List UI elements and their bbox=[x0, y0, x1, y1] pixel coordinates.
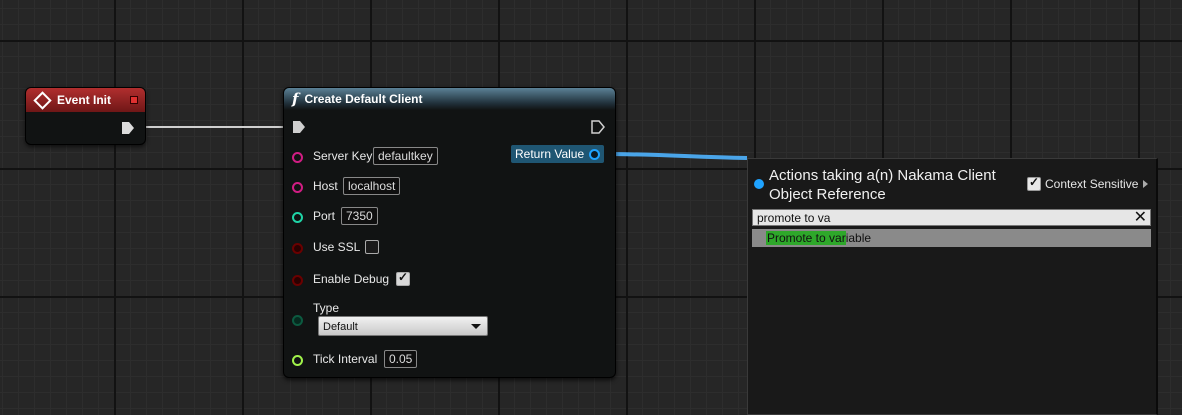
context-sensitive-label: Context Sensitive bbox=[1045, 177, 1139, 191]
enable-debug-label: Enable Debug bbox=[313, 272, 390, 286]
use-ssl-pin[interactable] bbox=[292, 243, 303, 254]
port-input[interactable]: 7350 bbox=[341, 207, 378, 225]
search-text: promote to va bbox=[757, 211, 831, 225]
server-key-input[interactable]: defaultkey bbox=[373, 147, 438, 165]
enable-debug-checkbox[interactable] bbox=[396, 270, 410, 286]
node-title: Create Default Client bbox=[304, 92, 423, 106]
return-value-pin-icon[interactable] bbox=[589, 149, 600, 160]
host-pin[interactable] bbox=[292, 182, 303, 193]
port-label: Port bbox=[313, 209, 336, 223]
host-label: Host bbox=[313, 179, 338, 193]
clear-search-icon[interactable]: ✕ bbox=[1134, 210, 1147, 226]
port-pin[interactable] bbox=[292, 212, 303, 223]
context-sensitive-checkbox[interactable] bbox=[1027, 175, 1041, 191]
context-sensitive-toggle[interactable]: Context Sensitive bbox=[1027, 175, 1149, 191]
use-ssl-label: Use SSL bbox=[313, 240, 361, 254]
action-menu-title: Actions taking a(n) Nakama Client Object… bbox=[769, 167, 996, 203]
create-default-client-header[interactable]: f Create Default Client bbox=[284, 88, 615, 110]
exec-out-pin-icon[interactable] bbox=[591, 120, 605, 134]
object-reference-icon bbox=[754, 179, 764, 189]
list-item[interactable]: Promote to variable bbox=[752, 229, 1151, 247]
result-label: Promote to variable bbox=[767, 231, 872, 245]
tick-interval-pin[interactable] bbox=[292, 355, 303, 366]
server-key-label: Server Key bbox=[313, 149, 373, 163]
exec-in-pin-icon[interactable] bbox=[292, 120, 306, 134]
tick-interval-label: Tick Interval bbox=[313, 352, 378, 366]
return-value-label: Return Value bbox=[515, 147, 585, 161]
type-dropdown[interactable]: Default bbox=[318, 316, 488, 336]
exec-out-pin-icon[interactable] bbox=[121, 121, 135, 135]
delegate-pin-icon[interactable] bbox=[130, 96, 138, 104]
chevron-down-icon bbox=[471, 324, 481, 329]
expand-arrow-icon[interactable] bbox=[1143, 180, 1149, 188]
event-diamond-icon bbox=[33, 90, 52, 110]
event-init-title: Event Init bbox=[57, 93, 112, 107]
function-icon: f bbox=[292, 90, 299, 108]
tick-interval-input[interactable]: 0.05 bbox=[384, 350, 418, 368]
event-init-header[interactable]: Event Init bbox=[26, 88, 145, 112]
server-key-pin[interactable] bbox=[292, 152, 303, 163]
use-ssl-checkbox[interactable] bbox=[365, 240, 379, 254]
type-pin[interactable] bbox=[292, 315, 303, 326]
event-init-node[interactable]: Event Init bbox=[25, 87, 146, 145]
action-menu[interactable]: Actions taking a(n) Nakama Client Object… bbox=[747, 158, 1158, 415]
object-wire bbox=[600, 152, 748, 160]
host-input[interactable]: localhost bbox=[343, 177, 401, 195]
action-search-input[interactable]: promote to va ✕ bbox=[752, 209, 1151, 226]
enable-debug-pin[interactable] bbox=[292, 275, 303, 286]
type-label: Type bbox=[313, 301, 340, 315]
type-dropdown-value: Default bbox=[323, 321, 358, 333]
